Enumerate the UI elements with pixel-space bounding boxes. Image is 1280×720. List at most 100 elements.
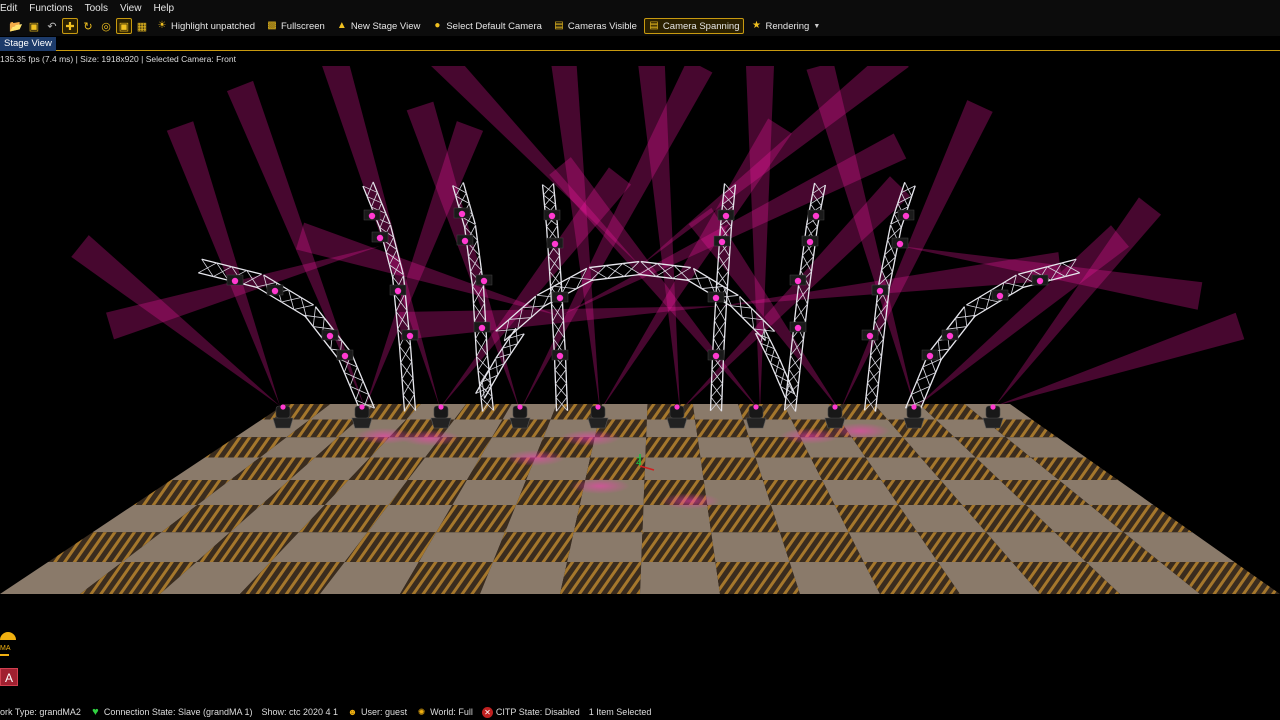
fullscreen-icon: ▩ — [267, 20, 277, 31]
highlight-unpatched-label: Highlight unpatched — [171, 20, 255, 32]
floor-light-spot — [570, 478, 630, 494]
stage-icon: ▲ — [336, 20, 347, 31]
fixture-lens — [556, 294, 564, 302]
fixture-lens — [458, 210, 466, 218]
floor-fixture-lens — [832, 404, 838, 410]
floor-fixture-base — [351, 417, 373, 429]
floor-light-spot — [660, 493, 720, 509]
network-type: ork Type: grandMA2 — [0, 707, 81, 717]
camera-spanning-button[interactable]: ▤ Camera Spanning — [643, 18, 744, 34]
fullscreen-label: Fullscreen — [280, 20, 325, 32]
stage-viewport[interactable]: Z — [0, 66, 1280, 706]
floor-tile — [762, 480, 835, 505]
menu-tools[interactable]: Tools — [85, 3, 114, 14]
world-status[interactable]: ✺ World: Full — [416, 707, 473, 718]
floor-tile — [645, 437, 701, 458]
floor-fixture-lens — [359, 404, 365, 410]
floor-fixture-base — [745, 417, 767, 429]
floor-tile — [598, 404, 648, 420]
show-name: Show: ctc 2020 4 1 — [261, 707, 339, 717]
floor-fixture-base — [824, 417, 846, 429]
fixture-lens — [806, 238, 814, 246]
floor-tile — [755, 457, 823, 480]
select-default-camera-label: Select Default Camera — [446, 20, 542, 32]
select-area-icon[interactable]: ▦ — [134, 18, 150, 34]
user-status[interactable]: ☻ User: guest — [347, 707, 407, 718]
new-stage-view-label: New Stage View — [350, 20, 421, 32]
light-beam — [746, 66, 774, 411]
save-icon[interactable]: ▣ — [26, 18, 42, 34]
floor-fixture-lens — [595, 404, 601, 410]
fixture-lens — [478, 324, 486, 332]
fixture-lens — [548, 212, 556, 220]
stage-render[interactable]: Z — [0, 66, 1280, 706]
camera-default-icon: ● — [434, 20, 441, 31]
chevron-down-icon: ▼ — [813, 22, 821, 30]
floor-tile — [707, 504, 780, 533]
fixture-lens — [1036, 277, 1044, 285]
floor-fixture-base — [587, 417, 609, 429]
menu-view[interactable]: View — [120, 3, 148, 14]
fullscreen-button[interactable]: ▩ Fullscreen — [262, 18, 329, 34]
render-info-line: 135.35 fps (7.4 ms) | Size: 1918x920 | S… — [0, 54, 236, 64]
floor-tile — [573, 504, 644, 533]
toolbar: 📂 ▣ ↶ ✚ ↻ ◎ ▣ ▦ ☀ Highlight unpatched ▩ … — [0, 16, 1280, 36]
highlight-unpatched-button[interactable]: ☀ Highlight unpatched — [152, 18, 259, 34]
fixture-lens — [341, 352, 349, 360]
menu-help[interactable]: Help — [153, 3, 180, 14]
ma-logo-icon: MA — [0, 632, 16, 656]
axis-z-label: Z — [636, 456, 642, 466]
select-default-camera-button[interactable]: ● Select Default Camera — [427, 18, 546, 34]
star-icon: ★ — [752, 20, 761, 31]
camera-spanning-label: Camera Spanning — [662, 20, 740, 32]
citp-status[interactable]: ✕ CITP State: Disabled — [481, 706, 580, 718]
floor-fixture-lens — [911, 404, 917, 410]
floor-tile — [697, 437, 756, 458]
fixture-lens — [712, 352, 720, 360]
floor-fixture-lens — [517, 404, 523, 410]
rendering-dropdown[interactable]: ★ Rendering ▼ — [747, 18, 825, 34]
globe-icon: ✺ — [417, 706, 426, 717]
fixture-lens — [376, 234, 384, 242]
fixture-lens — [926, 352, 934, 360]
selection-count: 1 Item Selected — [588, 707, 652, 717]
rotate-icon[interactable]: ↻ — [80, 18, 96, 34]
floor-tile — [715, 561, 800, 594]
tab-stage-view[interactable]: Stage View — [0, 37, 56, 51]
truss — [198, 258, 376, 414]
select-icon[interactable]: ▣ — [116, 18, 132, 34]
floor-fixture-lens — [280, 404, 286, 410]
target-icon[interactable]: ◎ — [98, 18, 114, 34]
menu-bar: Edit Functions Tools View Help — [0, 0, 1280, 16]
fixture-lens — [712, 294, 720, 302]
floor-tile — [640, 561, 720, 594]
fixture-lens — [368, 212, 376, 220]
floor-tile — [480, 561, 568, 594]
fixture-lens — [902, 212, 910, 220]
floor-light-spot — [505, 450, 565, 466]
connection-state[interactable]: ♥ Connection State: Slave (grandMA 1) — [90, 706, 252, 718]
move-icon[interactable]: ✚ — [62, 18, 78, 34]
cameras-visible-button[interactable]: ▤ Cameras Visible — [549, 18, 641, 34]
undo-icon[interactable]: ↶ — [44, 18, 60, 34]
floor-light-spot — [400, 430, 460, 446]
fixture-lens — [866, 332, 874, 340]
menu-functions[interactable]: Functions — [29, 3, 78, 14]
open-folder-icon[interactable]: 📂 — [8, 18, 24, 34]
fixture-lens — [812, 212, 820, 220]
stage-floor — [0, 404, 1280, 594]
menu-edit[interactable]: Edit — [0, 3, 23, 14]
new-stage-view-button[interactable]: ▲ New Stage View — [332, 18, 425, 34]
floor-fixture-base — [903, 417, 925, 429]
floor-fixture-lens — [674, 404, 680, 410]
fixture-lens — [718, 238, 726, 246]
floor-tile — [502, 404, 557, 420]
floor-tile — [700, 457, 763, 480]
floor-fixture-lens — [438, 404, 444, 410]
fixture-lens — [480, 277, 488, 285]
floor-tile — [567, 532, 643, 562]
fixture-lens — [794, 324, 802, 332]
ma-app-icon[interactable]: A — [0, 668, 18, 686]
floor-tile — [738, 404, 792, 420]
fixture-lens — [946, 332, 954, 340]
